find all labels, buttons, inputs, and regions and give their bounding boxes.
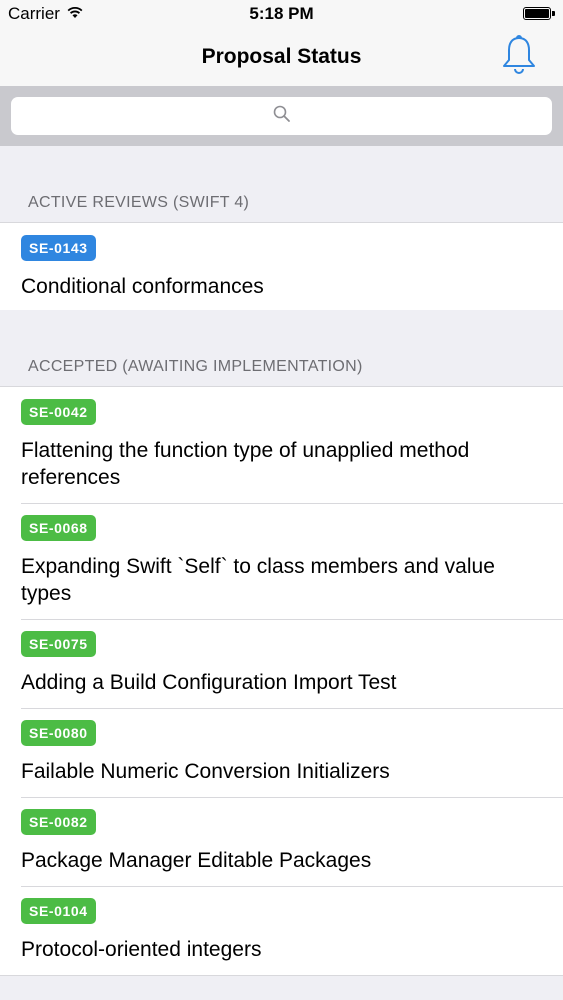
proposal-title: Expanding Swift `Self` to class members …	[21, 555, 495, 605]
list-item[interactable]: SE-0104 Protocol-oriented integers	[0, 886, 563, 975]
list-item[interactable]: SE-0082 Package Manager Editable Package…	[0, 797, 563, 886]
section-header-active: ACTIVE REVIEWS (SWIFT 4)	[0, 146, 563, 222]
notifications-button[interactable]	[499, 34, 539, 80]
navigation-bar: Proposal Status	[0, 28, 563, 86]
proposal-title: Adding a Build Configuration Import Test	[21, 671, 397, 694]
proposal-id-badge: SE-0042	[21, 399, 96, 425]
section-list-accepted: SE-0042 Flattening the function type of …	[0, 386, 563, 976]
proposal-title: Conditional conformances	[21, 275, 264, 298]
list-item[interactable]: SE-0042 Flattening the function type of …	[0, 387, 563, 503]
proposal-id-badge: SE-0082	[21, 809, 96, 835]
status-time: 5:18 PM	[249, 4, 314, 23]
list-item[interactable]: SE-0143 Conditional conformances	[0, 223, 563, 312]
search-icon	[272, 104, 292, 129]
proposal-id-badge: SE-0143	[21, 235, 96, 261]
battery-icon	[523, 7, 555, 20]
list-item[interactable]: SE-0080 Failable Numeric Conversion Init…	[0, 708, 563, 797]
list-item[interactable]: SE-0068 Expanding Swift `Self` to class …	[0, 503, 563, 619]
proposal-id-badge: SE-0075	[21, 631, 96, 657]
search-input[interactable]	[11, 97, 552, 135]
section-header-label: ACCEPTED (AWAITING IMPLEMENTATION)	[28, 358, 363, 375]
proposal-id-badge: SE-0080	[21, 720, 96, 746]
section-list-active: SE-0143 Conditional conformances	[0, 222, 563, 313]
proposal-title: Protocol-oriented integers	[21, 938, 262, 961]
status-bar: Carrier 5:18 PM	[0, 0, 563, 28]
bell-icon	[500, 33, 538, 82]
proposal-title: Failable Numeric Conversion Initializers	[21, 760, 390, 783]
proposal-title: Package Manager Editable Packages	[21, 849, 372, 872]
proposal-title: Flattening the function type of unapplie…	[21, 439, 470, 489]
page-title: Proposal Status	[201, 45, 362, 68]
search-bar	[0, 86, 563, 146]
proposal-id-badge: SE-0104	[21, 898, 96, 924]
section-header-label: ACTIVE REVIEWS (SWIFT 4)	[28, 194, 250, 211]
list-item[interactable]: SE-0075 Adding a Build Configuration Imp…	[0, 619, 563, 708]
section-header-accepted: ACCEPTED (AWAITING IMPLEMENTATION)	[0, 310, 563, 386]
proposal-id-badge: SE-0068	[21, 515, 96, 541]
